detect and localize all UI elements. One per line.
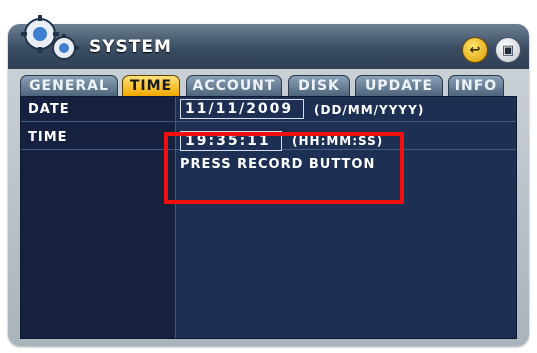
date-input[interactable]: 11/11/2009: [180, 99, 304, 119]
highlight-box: [164, 132, 404, 204]
enter-return-icon[interactable]: ↩: [462, 37, 488, 63]
tab-update[interactable]: UPDATE: [355, 75, 443, 96]
tab-account[interactable]: ACCOUNT: [186, 75, 282, 96]
window-title: SYSTEM: [89, 37, 172, 57]
date-format-hint: (DD/MM/YYYY): [314, 103, 425, 117]
tab-time[interactable]: TIME: [122, 75, 180, 96]
time-label: TIME: [28, 130, 68, 145]
tab-disk[interactable]: DISK: [288, 75, 350, 96]
gears-icon: [21, 15, 79, 60]
date-label: DATE: [28, 102, 70, 117]
close-icon[interactable]: ▣: [495, 37, 521, 63]
title-bar: [8, 24, 529, 69]
tab-info[interactable]: INFO: [448, 75, 504, 96]
row-divider: [21, 121, 516, 122]
tab-general[interactable]: GENERAL: [20, 75, 118, 96]
